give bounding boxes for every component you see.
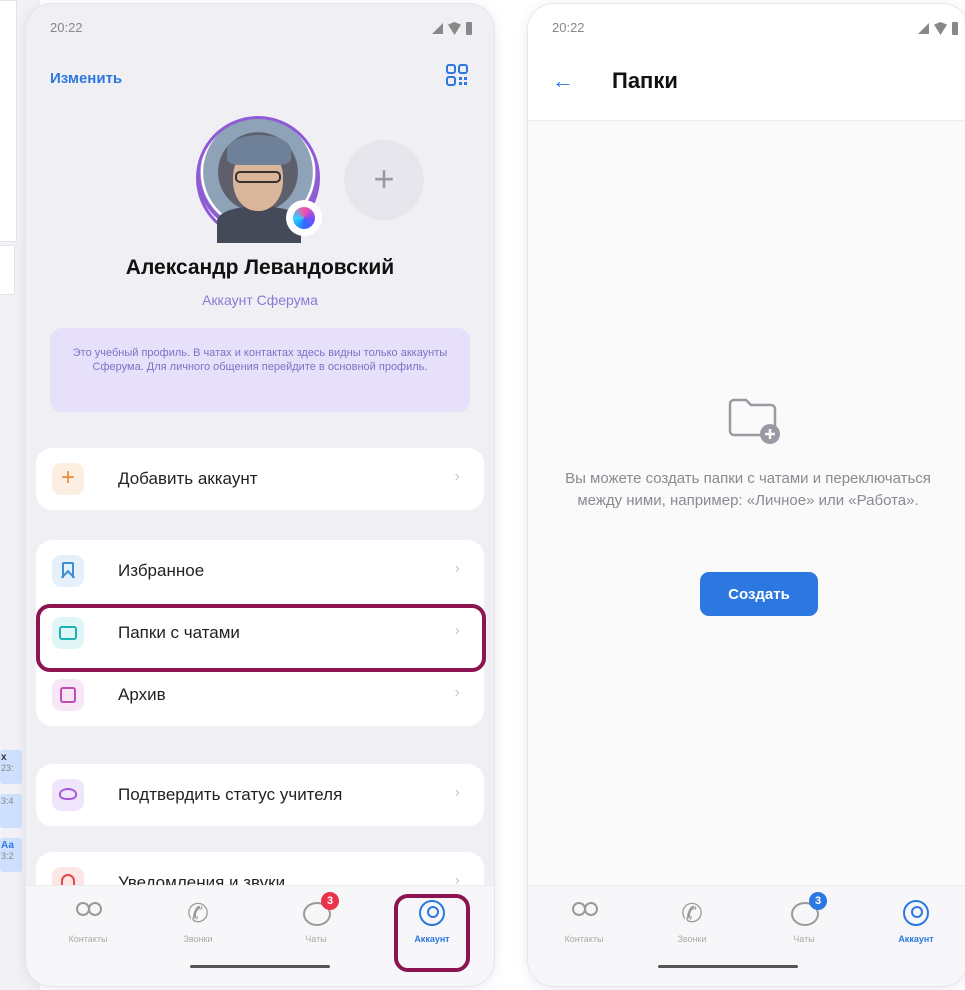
tab-account[interactable]: Аккаунт bbox=[876, 898, 956, 944]
tab-chats[interactable]: 3 Чаты bbox=[276, 892, 356, 944]
background-chat-snippet: 3:4 bbox=[0, 794, 22, 828]
menu-item-label: Подтвердить статус учителя bbox=[118, 785, 343, 804]
folders-header: 20:22 ← Папки bbox=[528, 4, 965, 121]
bookmark-icon bbox=[52, 555, 84, 587]
folder-add-icon bbox=[728, 398, 780, 444]
sferum-badge-icon bbox=[286, 200, 322, 236]
signal-icon bbox=[918, 23, 929, 34]
chevron-right-icon: › bbox=[454, 468, 460, 485]
tab-calls[interactable]: Звонки bbox=[158, 898, 238, 944]
edit-button[interactable]: Изменить bbox=[50, 70, 122, 87]
wifi-icon bbox=[934, 22, 947, 35]
chevron-right-icon: › bbox=[454, 560, 460, 577]
home-indicator bbox=[190, 965, 330, 968]
menu-group-accounts: Добавить аккаунт › bbox=[36, 448, 484, 510]
snippet-time: 3:4 bbox=[1, 796, 14, 806]
contacts-icon bbox=[73, 898, 103, 928]
snippet-time: 3:2 bbox=[1, 851, 14, 861]
menu-item-label: Добавить аккаунт bbox=[118, 469, 258, 488]
tab-contacts[interactable]: Контакты bbox=[48, 898, 128, 944]
tab-calls[interactable]: Звонки bbox=[652, 898, 732, 944]
tab-label: Аккаунт bbox=[898, 934, 934, 944]
avatar-glasses bbox=[235, 171, 281, 183]
tab-label: Звонки bbox=[677, 934, 707, 944]
home-indicator bbox=[658, 965, 798, 968]
page-title: Папки bbox=[612, 68, 678, 93]
profile-subtitle: Аккаунт Сферума bbox=[202, 292, 318, 308]
empty-state-text: Вы можете создать папки с чатами и перек… bbox=[565, 470, 931, 509]
archive-icon bbox=[52, 679, 84, 711]
signal-icon bbox=[432, 23, 443, 34]
highlight-account-tab bbox=[394, 894, 470, 972]
background-chat-list: х 23: 3:4 Аа 3:2 bbox=[0, 750, 22, 882]
tab-contacts[interactable]: Контакты bbox=[544, 898, 624, 944]
unread-badge: 3 bbox=[321, 892, 339, 910]
tab-chats[interactable]: 3 Чаты bbox=[764, 892, 844, 944]
contacts-icon bbox=[569, 898, 599, 928]
tab-label: Чаты bbox=[305, 934, 327, 944]
status-time: 20:22 bbox=[50, 20, 83, 35]
calls-icon bbox=[183, 898, 213, 928]
account-icon bbox=[901, 898, 931, 928]
status-bar: 20:22 bbox=[552, 20, 958, 40]
chevron-right-icon: › bbox=[454, 784, 460, 801]
profile-name: Александр Левандовский bbox=[125, 256, 395, 279]
unread-badge: 3 bbox=[809, 892, 827, 910]
status-time: 20:22 bbox=[552, 20, 585, 35]
tab-label: Звонки bbox=[183, 934, 213, 944]
menu-item-add-account[interactable]: Добавить аккаунт › bbox=[36, 448, 484, 510]
menu-item-archive[interactable]: Архив › bbox=[36, 664, 484, 726]
chats-icon: 3 bbox=[789, 892, 827, 928]
snippet-time: 23: bbox=[1, 763, 14, 773]
status-icons bbox=[918, 22, 958, 35]
qr-code-icon[interactable] bbox=[446, 64, 468, 86]
add-account-avatar-button[interactable]: + bbox=[344, 140, 424, 220]
battery-icon bbox=[466, 22, 472, 35]
tab-label: Контакты bbox=[68, 934, 108, 944]
background-chat-snippet: Аа 3:2 bbox=[0, 838, 22, 872]
snippet-text: Аа bbox=[1, 840, 14, 851]
snippet-text: х bbox=[1, 752, 7, 763]
menu-group-teacher: Подтвердить статус учителя › bbox=[36, 764, 484, 826]
wifi-icon bbox=[448, 22, 461, 35]
study-profile-notice: Это учебный профиль. В чатах и контактах… bbox=[50, 328, 470, 412]
menu-item-confirm-teacher[interactable]: Подтвердить статус учителя › bbox=[36, 764, 484, 826]
back-arrow-icon[interactable]: ← bbox=[552, 68, 574, 94]
status-icons bbox=[432, 22, 472, 35]
battery-icon bbox=[952, 22, 958, 35]
menu-item-label: Избранное bbox=[118, 561, 205, 580]
status-bar: 20:22 bbox=[50, 20, 472, 40]
graduation-cap-icon bbox=[52, 779, 84, 811]
tab-label: Чаты bbox=[793, 934, 815, 944]
plus-icon bbox=[52, 463, 84, 495]
create-folder-button[interactable]: Создать bbox=[700, 572, 818, 616]
calls-icon bbox=[677, 898, 707, 928]
avatar-cap bbox=[227, 135, 291, 165]
bottom-tab-bar: Контакты Звонки 3 Чаты Аккаунт bbox=[528, 885, 965, 986]
chats-icon: 3 bbox=[301, 892, 339, 928]
background-chat-snippet: х 23: bbox=[0, 750, 22, 784]
background-card bbox=[0, 245, 15, 295]
menu-item-label: Архив bbox=[118, 685, 166, 704]
chevron-right-icon: › bbox=[454, 684, 460, 701]
account-screen: 20:22 Изменить + Александр Левандовский … bbox=[26, 4, 494, 986]
folders-screen: 20:22 ← Папки Вы можете создать папки с … bbox=[528, 4, 965, 986]
menu-item-favorites[interactable]: Избранное › bbox=[36, 540, 484, 602]
background-card bbox=[0, 0, 17, 242]
tab-label: Контакты bbox=[564, 934, 604, 944]
highlight-chat-folders bbox=[36, 604, 486, 672]
